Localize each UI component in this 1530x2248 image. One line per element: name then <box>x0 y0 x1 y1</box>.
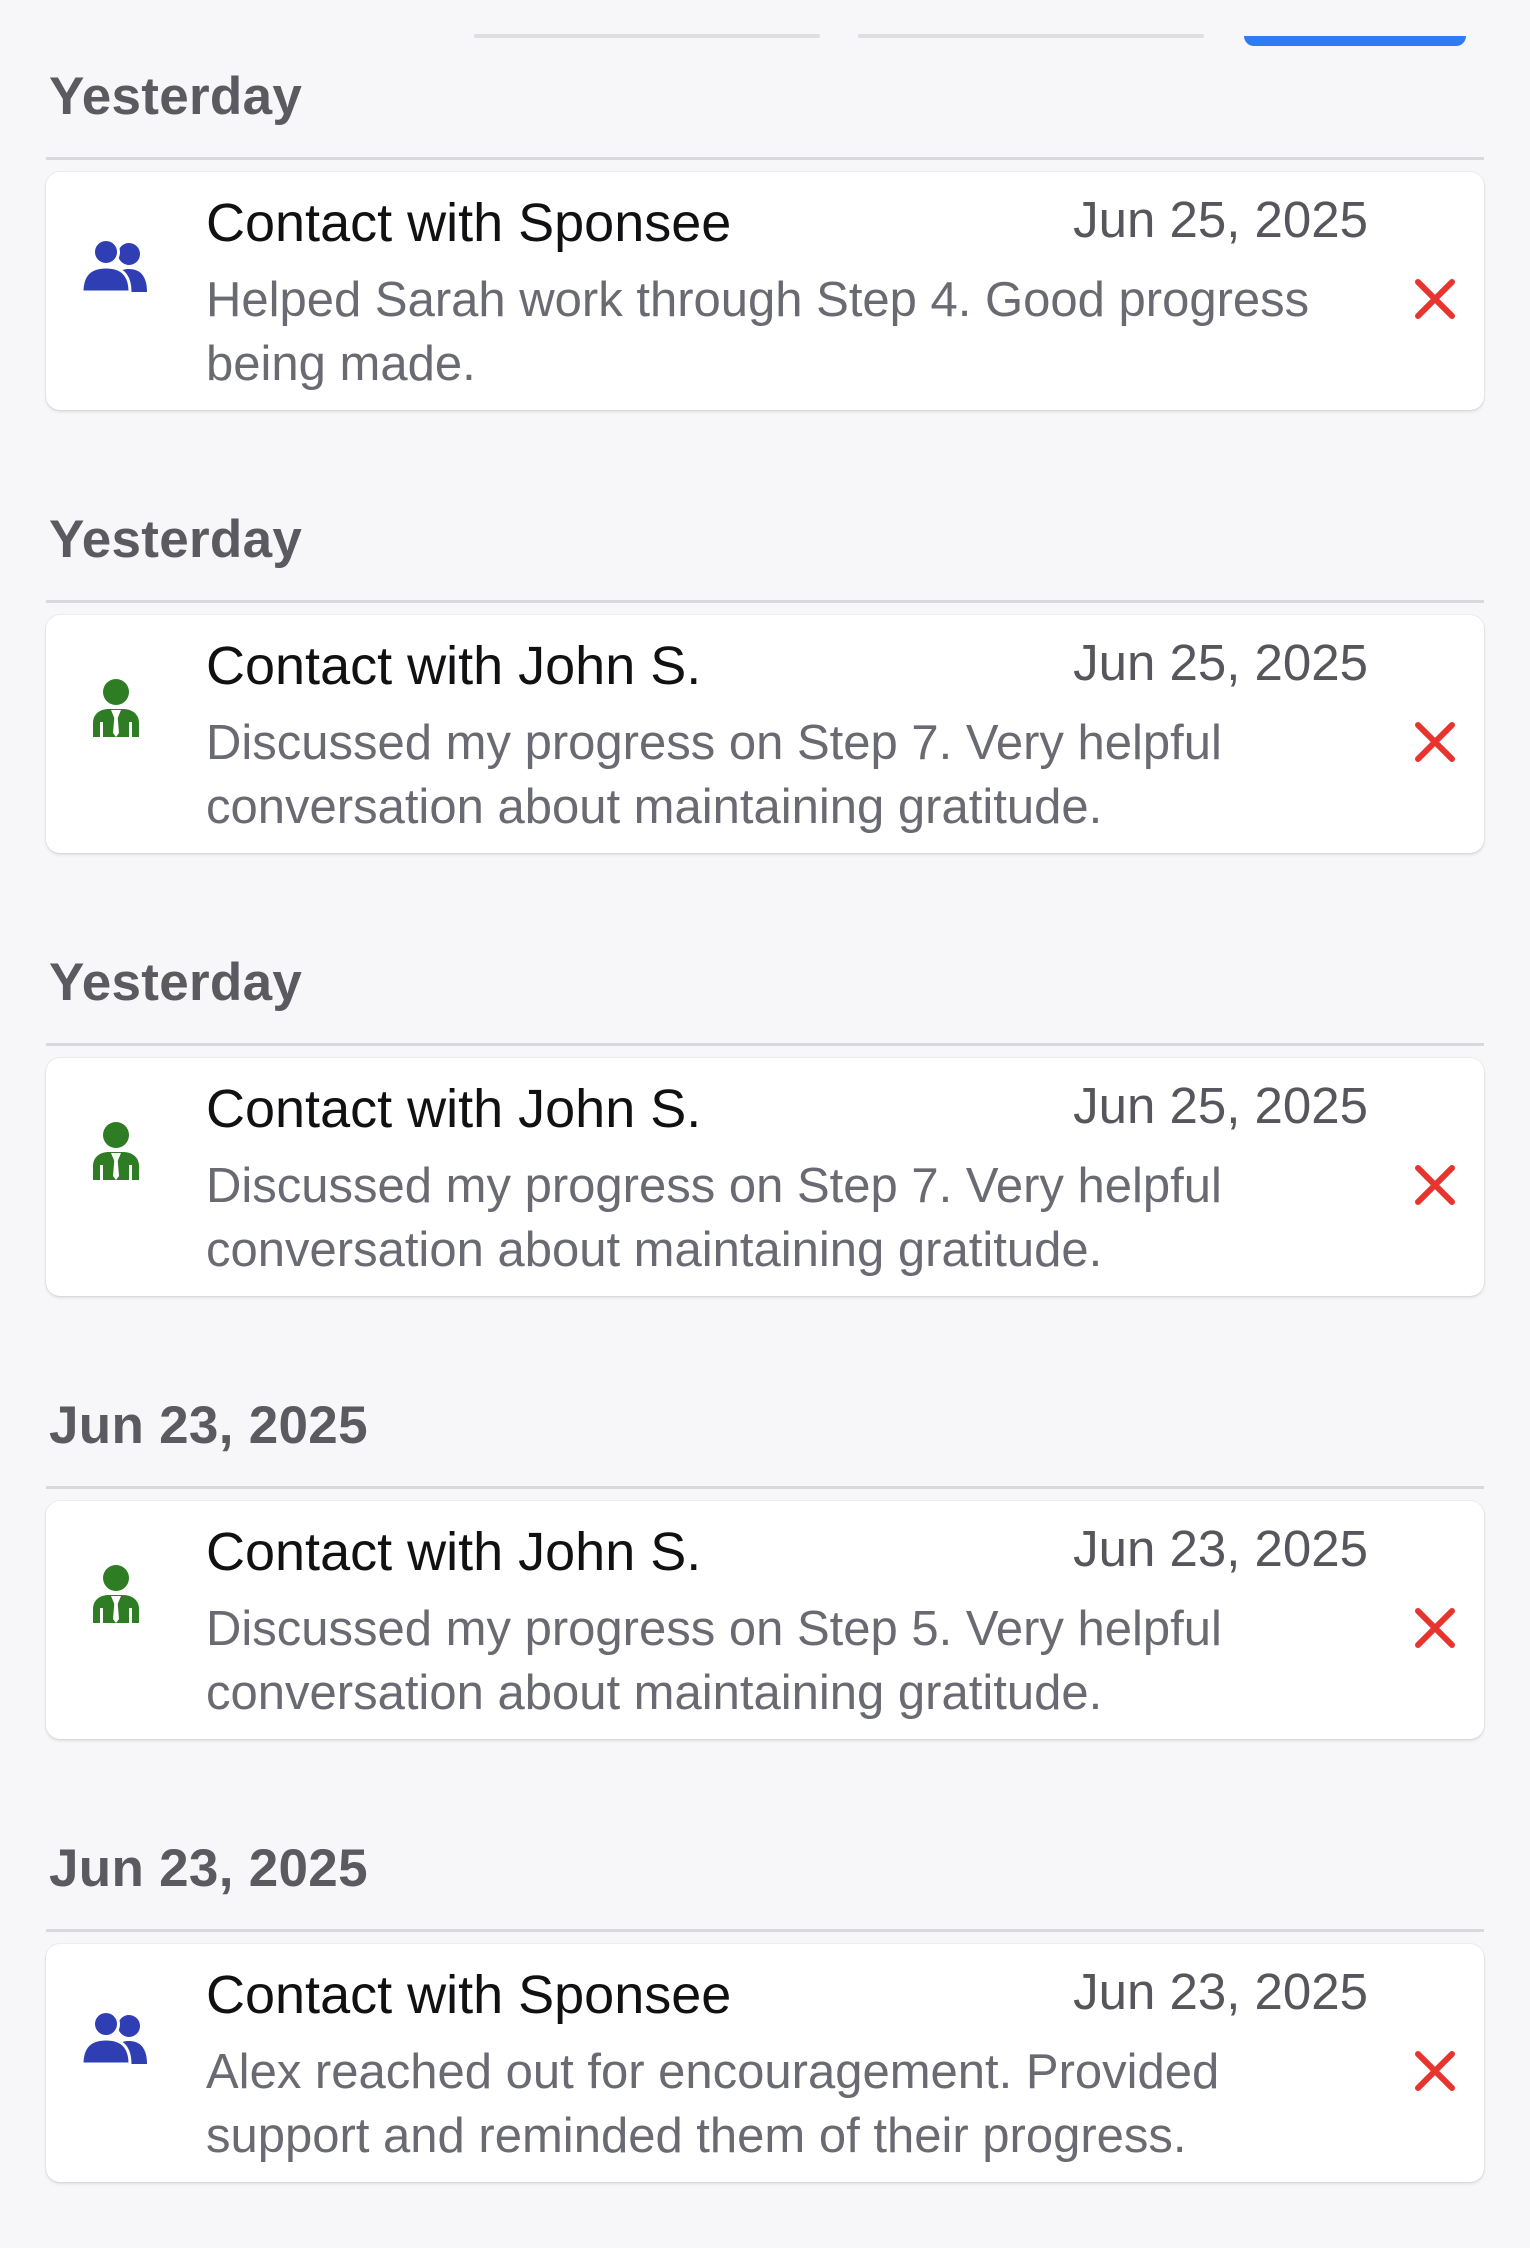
close-icon <box>1415 2051 1455 2091</box>
entry-date: Jun 23, 2025 <box>1073 1963 1368 2020</box>
entry-date: Jun 23, 2025 <box>1073 1520 1368 1577</box>
segment-tab-1[interactable] <box>474 34 820 38</box>
divider <box>46 1486 1484 1489</box>
divider <box>46 600 1484 603</box>
contact-entry-card[interactable]: Contact with Sponsee Jun 23, 2025 Alex r… <box>46 1944 1484 2182</box>
entry-title: Contact with John S. <box>206 636 702 696</box>
close-icon <box>1415 722 1455 762</box>
close-icon <box>1415 1608 1455 1648</box>
close-icon <box>1415 1165 1455 1205</box>
contact-entry-card[interactable]: Contact with John S. Jun 25, 2025 Discus… <box>46 615 1484 853</box>
delete-entry-button[interactable] <box>1410 274 1460 324</box>
entry-title: Contact with Sponsee <box>206 193 732 253</box>
entry-note: Discussed my progress on Step 5. Very he… <box>206 1602 1222 1720</box>
entry-title: Contact with Sponsee <box>206 1965 732 2025</box>
person-tie-icon <box>80 1118 152 1190</box>
close-icon <box>1415 279 1455 319</box>
person-tie-icon <box>80 1561 152 1633</box>
people-group-icon <box>80 232 152 304</box>
top-segmented-control <box>0 0 1530 50</box>
contact-entry-card[interactable]: Contact with John S. Jun 23, 2025 Discus… <box>46 1501 1484 1739</box>
delete-entry-button[interactable] <box>1410 1603 1460 1653</box>
contact-entry-card[interactable]: Contact with Sponsee Jun 25, 2025 Helped… <box>46 172 1484 410</box>
entry-note: Alex reached out for encouragement. Prov… <box>206 2045 1220 2163</box>
divider <box>46 1043 1484 1046</box>
entry-date: Jun 25, 2025 <box>1073 634 1368 691</box>
group-date-header: Yesterday <box>49 953 303 1012</box>
entry-date: Jun 25, 2025 <box>1073 1077 1368 1134</box>
delete-entry-button[interactable] <box>1410 2046 1460 2096</box>
delete-entry-button[interactable] <box>1410 1160 1460 1210</box>
segment-tab-active[interactable] <box>1244 36 1466 46</box>
entry-note: Discussed my progress on Step 7. Very he… <box>206 716 1222 834</box>
delete-entry-button[interactable] <box>1410 717 1460 767</box>
entry-note: Helped Sarah work through Step 4. Good p… <box>206 273 1310 391</box>
people-group-icon <box>80 2004 152 2076</box>
entry-title: Contact with John S. <box>206 1522 702 1582</box>
group-date-header: Yesterday <box>49 67 303 126</box>
entry-note: Discussed my progress on Step 7. Very he… <box>206 1159 1222 1277</box>
entry-title: Contact with John S. <box>206 1079 702 1139</box>
person-tie-icon <box>80 675 152 747</box>
group-date-header: Jun 23, 2025 <box>49 1839 368 1898</box>
group-date-header: Jun 23, 2025 <box>49 1396 368 1455</box>
divider <box>46 1929 1484 1932</box>
entry-date: Jun 25, 2025 <box>1073 191 1368 248</box>
contact-entry-card[interactable]: Contact with John S. Jun 25, 2025 Discus… <box>46 1058 1484 1296</box>
divider <box>46 157 1484 160</box>
segment-tab-2[interactable] <box>858 34 1204 38</box>
group-date-header: Yesterday <box>49 510 303 569</box>
